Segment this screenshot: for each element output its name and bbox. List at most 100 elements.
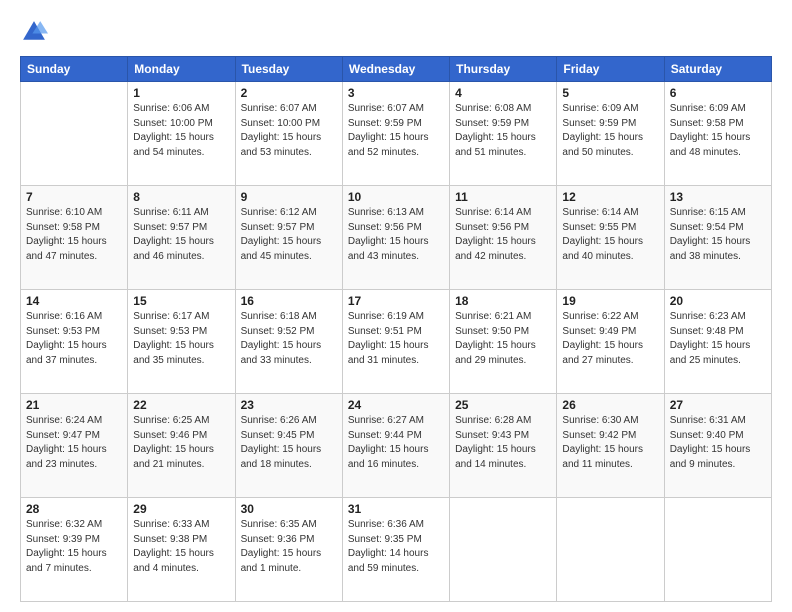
day-info: Sunrise: 6:07 AM Sunset: 10:00 PM Daylig… — [241, 102, 337, 160]
day-info: Sunrise: 6:27 AM Sunset: 9:44 PM Dayligh… — [348, 414, 444, 472]
calendar-cell: 14Sunrise: 6:16 AM Sunset: 9:53 PM Dayli… — [21, 290, 128, 394]
day-info: Sunrise: 6:24 AM Sunset: 9:47 PM Dayligh… — [26, 414, 122, 472]
calendar-cell: 10 Sunrise: 6:13 AM Sunset: 9:56 PM Dayli… — [342, 186, 449, 290]
calendar-week-1: 1 Sunrise: 6:06 AM Sunset: 10:00 PM Dayli… — [21, 82, 772, 186]
calendar-cell: 23 Sunrise: 6:26 AM Sunset: 9:45 PM Dayli… — [235, 394, 342, 498]
day-number: 1 — [133, 86, 229, 100]
calendar-cell: 19 Sunrise: 6:22 AM Sunset: 9:49 PM Dayli… — [557, 290, 664, 394]
calendar-cell: 4 Sunrise: 6:08 AM Sunset: 9:59 PM Daylig… — [450, 82, 557, 186]
calendar-cell — [557, 498, 664, 602]
day-info: Sunrise: 6:06 AM Sunset: 10:00 PM Daylig… — [133, 102, 229, 160]
day-info: Sunrise: 6:16 AM Sunset: 9:53 PM Dayligh… — [26, 310, 122, 368]
calendar-cell: 15 Sunrise: 6:17 AM Sunset: 9:53 PM Dayli… — [128, 290, 235, 394]
day-number: 19 — [562, 294, 658, 308]
day-header-sunday: Sunday — [21, 57, 128, 82]
calendar-cell: 31 Sunrise: 6:36 AM Sunset: 9:35 PM Dayli… — [342, 498, 449, 602]
day-info: Sunrise: 6:12 AM Sunset: 9:57 PM Dayligh… — [241, 206, 337, 264]
day-info: Sunrise: 6:13 AM Sunset: 9:56 PM Dayligh… — [348, 206, 444, 264]
calendar-cell: 24Sunrise: 6:27 AM Sunset: 9:44 PM Dayli… — [342, 394, 449, 498]
day-info: Sunrise: 6:14 AM Sunset: 9:55 PM Dayligh… — [562, 206, 658, 264]
day-info: Sunrise: 6:35 AM Sunset: 9:36 PM Dayligh… — [241, 518, 337, 576]
calendar-week-4: 21 Sunrise: 6:24 AM Sunset: 9:47 PM Dayli… — [21, 394, 772, 498]
day-number: 3 — [348, 86, 444, 100]
day-info: Sunrise: 6:26 AM Sunset: 9:45 PM Dayligh… — [241, 414, 337, 472]
day-header-monday: Monday — [128, 57, 235, 82]
day-info: Sunrise: 6:25 AM Sunset: 9:46 PM Dayligh… — [133, 414, 229, 472]
day-number: 26 — [562, 398, 658, 412]
calendar-cell: 7 Sunrise: 6:10 AM Sunset: 9:58 PM Daylig… — [21, 186, 128, 290]
day-info: Sunrise: 6:30 AM Sunset: 9:42 PM Dayligh… — [562, 414, 658, 472]
day-number: 15 — [133, 294, 229, 308]
day-info: Sunrise: 6:09 AM Sunset: 9:58 PM Dayligh… — [670, 102, 766, 160]
day-number: 27 — [670, 398, 766, 412]
day-info: Sunrise: 6:32 AM Sunset: 9:39 PM Dayligh… — [26, 518, 122, 576]
day-number: 11 — [455, 190, 551, 204]
header — [20, 18, 772, 46]
day-info: Sunrise: 6:23 AM Sunset: 9:48 PM Dayligh… — [670, 310, 766, 368]
calendar-week-2: 7 Sunrise: 6:10 AM Sunset: 9:58 PM Daylig… — [21, 186, 772, 290]
day-info: Sunrise: 6:08 AM Sunset: 9:59 PM Dayligh… — [455, 102, 551, 160]
day-number: 7 — [26, 190, 122, 204]
calendar-cell: 28Sunrise: 6:32 AM Sunset: 9:39 PM Dayli… — [21, 498, 128, 602]
calendar-cell: 1 Sunrise: 6:06 AM Sunset: 10:00 PM Dayli… — [128, 82, 235, 186]
day-header-wednesday: Wednesday — [342, 57, 449, 82]
calendar-cell: 6 Sunrise: 6:09 AM Sunset: 9:58 PM Daylig… — [664, 82, 771, 186]
day-header-friday: Friday — [557, 57, 664, 82]
calendar-cell: 17 Sunrise: 6:19 AM Sunset: 9:51 PM Dayli… — [342, 290, 449, 394]
calendar-cell — [21, 82, 128, 186]
logo-icon — [20, 18, 48, 46]
day-info: Sunrise: 6:33 AM Sunset: 9:38 PM Dayligh… — [133, 518, 229, 576]
day-info: Sunrise: 6:15 AM Sunset: 9:54 PM Dayligh… — [670, 206, 766, 264]
day-number: 18 — [455, 294, 551, 308]
calendar-cell: 29Sunrise: 6:33 AM Sunset: 9:38 PM Dayli… — [128, 498, 235, 602]
day-number: 4 — [455, 86, 551, 100]
day-number: 21 — [26, 398, 122, 412]
day-number: 13 — [670, 190, 766, 204]
calendar-table: SundayMondayTuesdayWednesdayThursdayFrid… — [20, 56, 772, 602]
calendar-cell: 9 Sunrise: 6:12 AM Sunset: 9:57 PM Daylig… — [235, 186, 342, 290]
day-number: 23 — [241, 398, 337, 412]
calendar-week-3: 14Sunrise: 6:16 AM Sunset: 9:53 PM Dayli… — [21, 290, 772, 394]
calendar-cell: 12 Sunrise: 6:14 AM Sunset: 9:55 PM Dayli… — [557, 186, 664, 290]
day-info: Sunrise: 6:09 AM Sunset: 9:59 PM Dayligh… — [562, 102, 658, 160]
calendar-cell: 13 Sunrise: 6:15 AM Sunset: 9:54 PM Dayli… — [664, 186, 771, 290]
day-number: 5 — [562, 86, 658, 100]
day-info: Sunrise: 6:10 AM Sunset: 9:58 PM Dayligh… — [26, 206, 122, 264]
calendar-cell: 22 Sunrise: 6:25 AM Sunset: 9:46 PM Dayli… — [128, 394, 235, 498]
calendar-cell: 11 Sunrise: 6:14 AM Sunset: 9:56 PM Dayli… — [450, 186, 557, 290]
day-info: Sunrise: 6:14 AM Sunset: 9:56 PM Dayligh… — [455, 206, 551, 264]
calendar-cell — [450, 498, 557, 602]
calendar-cell: 25Sunrise: 6:28 AM Sunset: 9:43 PM Dayli… — [450, 394, 557, 498]
calendar-cell: 16 Sunrise: 6:18 AM Sunset: 9:52 PM Dayli… — [235, 290, 342, 394]
day-number: 10 — [348, 190, 444, 204]
page: SundayMondayTuesdayWednesdayThursdayFrid… — [0, 0, 792, 612]
day-info: Sunrise: 6:18 AM Sunset: 9:52 PM Dayligh… — [241, 310, 337, 368]
calendar-week-5: 28Sunrise: 6:32 AM Sunset: 9:39 PM Dayli… — [21, 498, 772, 602]
calendar-cell: 20Sunrise: 6:23 AM Sunset: 9:48 PM Dayli… — [664, 290, 771, 394]
day-info: Sunrise: 6:36 AM Sunset: 9:35 PM Dayligh… — [348, 518, 444, 576]
day-number: 6 — [670, 86, 766, 100]
day-info: Sunrise: 6:31 AM Sunset: 9:40 PM Dayligh… — [670, 414, 766, 472]
day-number: 16 — [241, 294, 337, 308]
day-header-thursday: Thursday — [450, 57, 557, 82]
day-number: 25 — [455, 398, 551, 412]
day-info: Sunrise: 6:19 AM Sunset: 9:51 PM Dayligh… — [348, 310, 444, 368]
calendar-cell: 26 Sunrise: 6:30 AM Sunset: 9:42 PM Dayli… — [557, 394, 664, 498]
day-info: Sunrise: 6:07 AM Sunset: 9:59 PM Dayligh… — [348, 102, 444, 160]
day-number: 30 — [241, 502, 337, 516]
day-info: Sunrise: 6:17 AM Sunset: 9:53 PM Dayligh… — [133, 310, 229, 368]
calendar-cell — [664, 498, 771, 602]
day-info: Sunrise: 6:21 AM Sunset: 9:50 PM Dayligh… — [455, 310, 551, 368]
calendar-cell: 2Sunrise: 6:07 AM Sunset: 10:00 PM Dayli… — [235, 82, 342, 186]
day-number: 9 — [241, 190, 337, 204]
day-info: Sunrise: 6:22 AM Sunset: 9:49 PM Dayligh… — [562, 310, 658, 368]
day-number: 22 — [133, 398, 229, 412]
day-number: 12 — [562, 190, 658, 204]
calendar-cell: 8Sunrise: 6:11 AM Sunset: 9:57 PM Daylig… — [128, 186, 235, 290]
day-number: 31 — [348, 502, 444, 516]
calendar-cell: 30 Sunrise: 6:35 AM Sunset: 9:36 PM Dayli… — [235, 498, 342, 602]
logo — [20, 18, 52, 46]
day-header-saturday: Saturday — [664, 57, 771, 82]
day-number: 17 — [348, 294, 444, 308]
day-number: 8 — [133, 190, 229, 204]
